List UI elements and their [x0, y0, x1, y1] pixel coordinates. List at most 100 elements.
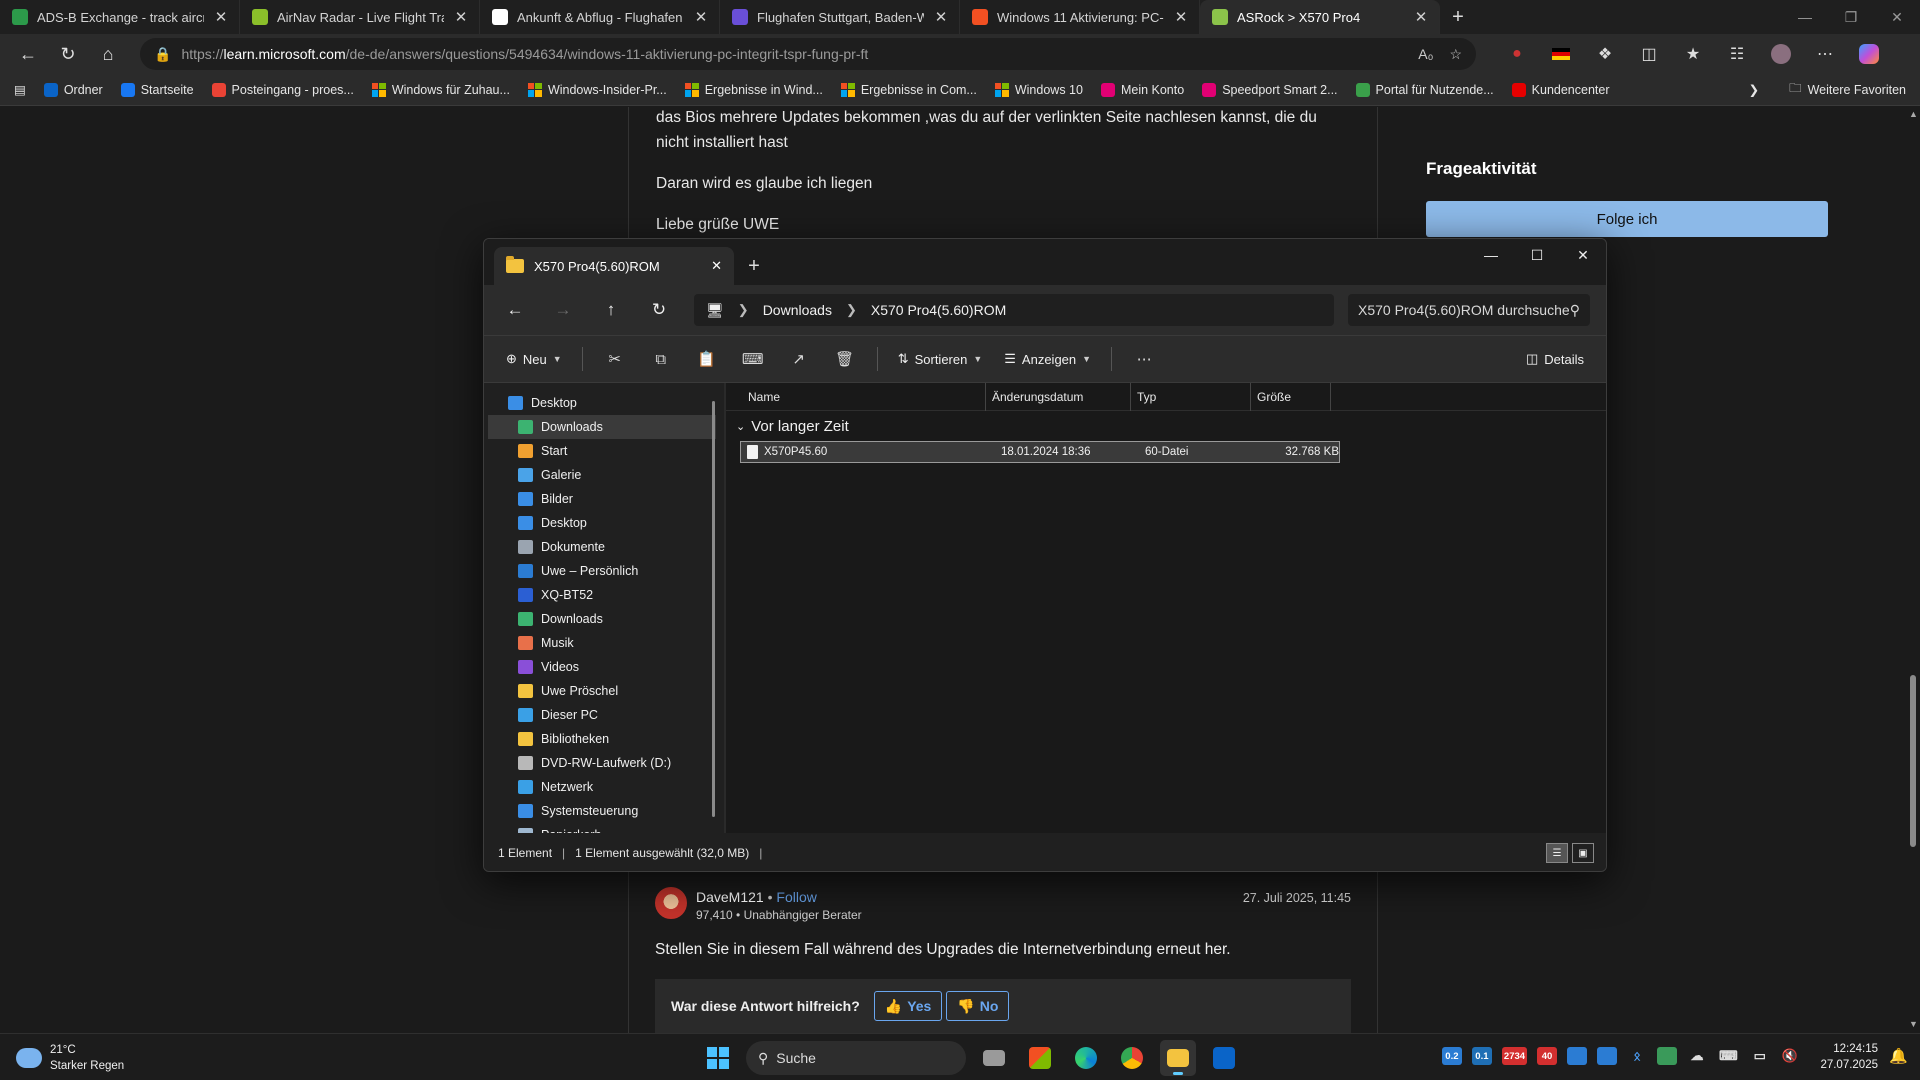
column-name[interactable]: Name	[726, 382, 986, 411]
more-options-icon[interactable]: ⋯	[1124, 343, 1164, 375]
browser-tab-6[interactable]: ASRock > X570 Pro4 ✕	[1200, 0, 1440, 34]
chevron-right-icon[interactable]: ❯	[738, 302, 749, 318]
chrome-app[interactable]	[1114, 1040, 1150, 1076]
chevron-right-icon[interactable]: ❯	[846, 302, 857, 318]
lock-icon[interactable]: 🔒	[154, 46, 171, 63]
more-favorites-button[interactable]: 🗀 Weitere Favoriten	[1789, 79, 1906, 100]
clock[interactable]: 12:24:15 27.07.2025	[1820, 1041, 1878, 1073]
edge-app[interactable]	[1068, 1040, 1104, 1076]
details-pane-button[interactable]: ◫ Details	[1518, 343, 1592, 375]
browser-tab-1[interactable]: ADS-B Exchange - track aircraft li ✕	[0, 0, 240, 34]
file-explorer-app[interactable]	[1160, 1040, 1196, 1076]
volume-muted-icon[interactable]: 🔇	[1780, 1047, 1800, 1065]
start-button[interactable]	[700, 1040, 736, 1076]
follow-author-link[interactable]: Follow	[776, 889, 816, 905]
read-aloud-icon[interactable]: A₀	[1418, 46, 1433, 63]
sidebar-item-desktop[interactable]: Desktop	[484, 511, 724, 535]
weather-widget[interactable]: 21°C Starker Regen	[16, 1042, 124, 1074]
favorite-link[interactable]: Startseite	[120, 82, 194, 97]
sidebar-item-galerie[interactable]: Galerie	[484, 463, 724, 487]
browser-tab-5[interactable]: Windows 11 Aktivierung: PC-Integ ✕	[960, 0, 1200, 34]
sidebar-item-bilder[interactable]: Bilder	[484, 487, 724, 511]
favorite-link[interactable]: Ergebnisse in Wind...	[684, 82, 823, 97]
restore-icon[interactable]: ❐	[1828, 0, 1874, 34]
cut-icon[interactable]: ✂	[595, 343, 635, 375]
outlook-app[interactable]	[1206, 1040, 1242, 1076]
chevron-right-icon[interactable]: ❯	[1749, 82, 1759, 97]
close-icon[interactable]: ✕	[1173, 8, 1189, 26]
bluetooth-icon[interactable]: ᛟ	[1627, 1047, 1647, 1065]
browser-tab-4[interactable]: Flughafen Stuttgart, Baden-Württ ✕	[720, 0, 960, 34]
minimize-icon[interactable]: —	[1468, 239, 1514, 271]
sort-button[interactable]: ⇅ Sortieren ▼	[890, 343, 991, 375]
minimize-icon[interactable]: —	[1782, 0, 1828, 34]
paste-icon[interactable]: 📋	[687, 343, 727, 375]
refresh-icon[interactable]: ↻	[638, 294, 680, 326]
favorite-link[interactable]: Mein Konto	[1100, 82, 1184, 97]
tray-badge-4[interactable]: 40	[1537, 1047, 1558, 1065]
no-button[interactable]: 👎 No	[946, 991, 1010, 1021]
sidebar-item-dokumente[interactable]: Dokumente	[484, 535, 724, 559]
search-icon[interactable]: ⚲	[1570, 302, 1580, 319]
breadcrumb-current-folder[interactable]: X570 Pro4(5.60)ROM	[871, 302, 1006, 318]
germany-flag-icon[interactable]	[1544, 38, 1578, 70]
more-menu-icon[interactable]: ⋯	[1808, 38, 1842, 70]
favorite-link[interactable]: Posteingang - proes...	[211, 82, 354, 97]
tray-badge-1[interactable]: 0.2	[1441, 1047, 1462, 1065]
sidebar-item-netzwerk[interactable]: Netzwerk	[484, 775, 724, 799]
maximize-icon[interactable]: ☐	[1514, 239, 1560, 271]
tiles-view-icon[interactable]: ▣	[1572, 843, 1594, 863]
split-screen-icon[interactable]: ◫	[1632, 38, 1666, 70]
close-icon[interactable]: ✕	[693, 8, 709, 26]
ublock-extension-icon[interactable]: ●	[1500, 38, 1534, 70]
keyboard-icon[interactable]: ⌨	[1717, 1047, 1740, 1065]
favorite-link[interactable]: Kundencenter	[1511, 82, 1610, 97]
favorite-link[interactable]: Windows für Zuhau...	[371, 82, 510, 97]
tray-grid-icon[interactable]	[1597, 1047, 1618, 1065]
close-tab-icon[interactable]: ✕	[711, 258, 722, 274]
navigation-scrollbar[interactable]	[712, 401, 715, 817]
group-header[interactable]: ⌄ Vor langer Zeit	[726, 411, 1606, 441]
close-icon[interactable]: ✕	[933, 8, 949, 26]
favorite-link[interactable]: Ordner	[43, 82, 103, 97]
close-icon[interactable]: ✕	[1874, 0, 1920, 34]
explorer-tab[interactable]: X570 Pro4(5.60)ROM ✕	[494, 247, 734, 285]
favorite-link[interactable]: Windows-Insider-Pr...	[527, 82, 667, 97]
sidebar-item-xq-bt52[interactable]: XQ-BT52	[484, 583, 724, 607]
close-icon[interactable]: ✕	[1560, 239, 1606, 271]
store-app[interactable]	[1022, 1040, 1058, 1076]
follow-button[interactable]: Folge ich	[1426, 201, 1828, 237]
favorite-star-icon[interactable]: ☆	[1449, 46, 1462, 63]
defender-icon[interactable]	[1657, 1047, 1678, 1065]
new-button[interactable]: ⊕ Neu ▼	[498, 343, 570, 375]
scroll-down-icon[interactable]: ▼	[1909, 1019, 1918, 1029]
onedrive-icon[interactable]: ☁	[1687, 1047, 1707, 1065]
close-icon[interactable]: ✕	[1413, 8, 1429, 26]
tray-badge-3[interactable]: 2734	[1501, 1047, 1528, 1065]
rename-icon[interactable]: ⌨	[733, 343, 773, 375]
scroll-up-icon[interactable]: ▲	[1909, 109, 1918, 119]
sidebar-item-dieser-pc[interactable]: Dieser PC	[484, 703, 724, 727]
task-view-button[interactable]	[976, 1040, 1012, 1076]
sidebar-item-dvd-rw-laufwerk-d[interactable]: DVD-RW-Laufwerk (D:)	[484, 751, 724, 775]
back-arrow-icon[interactable]: ←	[494, 294, 536, 326]
collections-icon[interactable]: ☷	[1720, 38, 1754, 70]
tray-badge-2[interactable]: 0.1	[1471, 1047, 1492, 1065]
browser-tab-2[interactable]: AirNav Radar - Live Flight Tracker ✕	[240, 0, 480, 34]
new-tab-icon[interactable]: +	[734, 247, 774, 285]
column-date[interactable]: Änderungsdatum	[986, 382, 1131, 411]
search-input[interactable]: X570 Pro4(5.60)ROM durchsuche ⚲	[1348, 294, 1590, 326]
details-view-icon[interactable]: ☰	[1546, 843, 1568, 863]
refresh-icon[interactable]: ↻	[50, 38, 86, 70]
yes-button[interactable]: 👍 Yes	[873, 991, 943, 1021]
sidebar-item-start[interactable]: Start	[484, 439, 724, 463]
back-icon[interactable]: ←	[10, 38, 46, 70]
monitor-icon[interactable]: 🖥	[706, 302, 724, 319]
column-type[interactable]: Typ	[1131, 382, 1251, 411]
author-name[interactable]: DaveM121	[696, 889, 764, 905]
close-icon[interactable]: ✕	[453, 8, 469, 26]
tray-app-icon[interactable]	[1567, 1047, 1588, 1065]
copilot-icon[interactable]	[1852, 38, 1886, 70]
taskbar-search[interactable]: ⚲ Suche	[746, 1041, 966, 1075]
favorite-link[interactable]: Ergebnisse in Com...	[840, 82, 977, 97]
